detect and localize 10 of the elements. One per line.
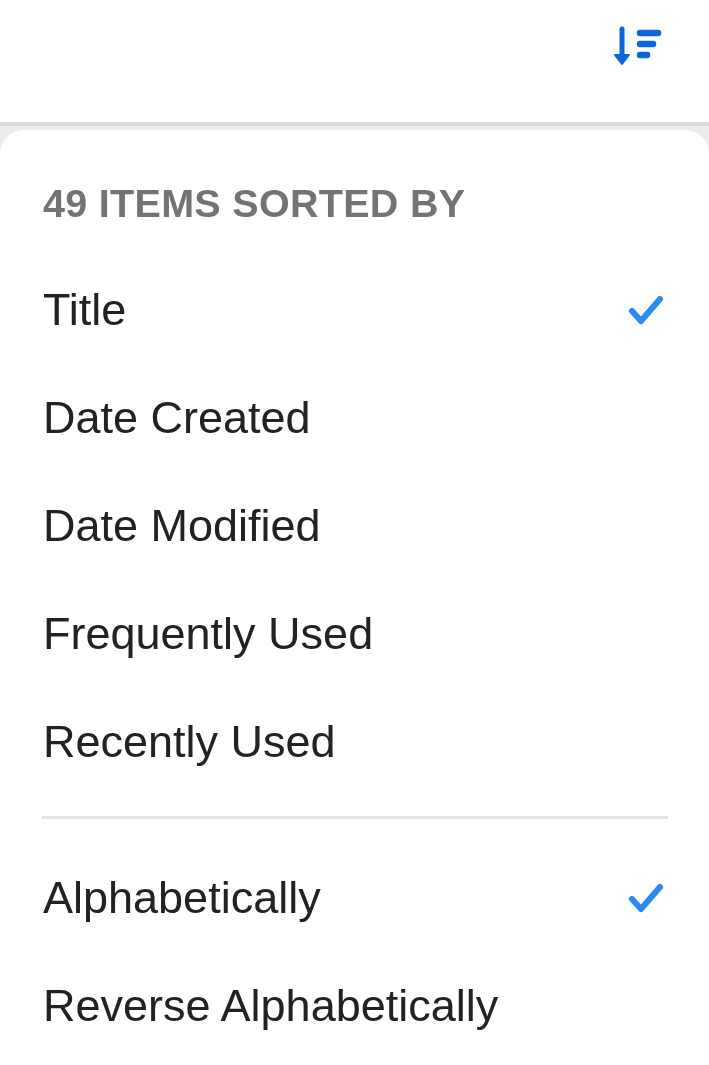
sort-icon: [613, 26, 663, 66]
sort-option[interactable]: Reverse Alphabetically: [0, 952, 709, 1060]
sort-option[interactable]: Date Created: [0, 364, 709, 472]
sort-button[interactable]: [613, 26, 663, 66]
sort-option[interactable]: Date Modified: [0, 472, 709, 580]
sort-option[interactable]: Frequently Used: [0, 580, 709, 688]
sort-option[interactable]: Alphabetically: [0, 844, 709, 952]
sort-option[interactable]: Recently Used: [0, 688, 709, 796]
sort-option[interactable]: Title: [0, 256, 709, 364]
menu-header: 49 ITEMS SORTED BY: [42, 180, 467, 227]
